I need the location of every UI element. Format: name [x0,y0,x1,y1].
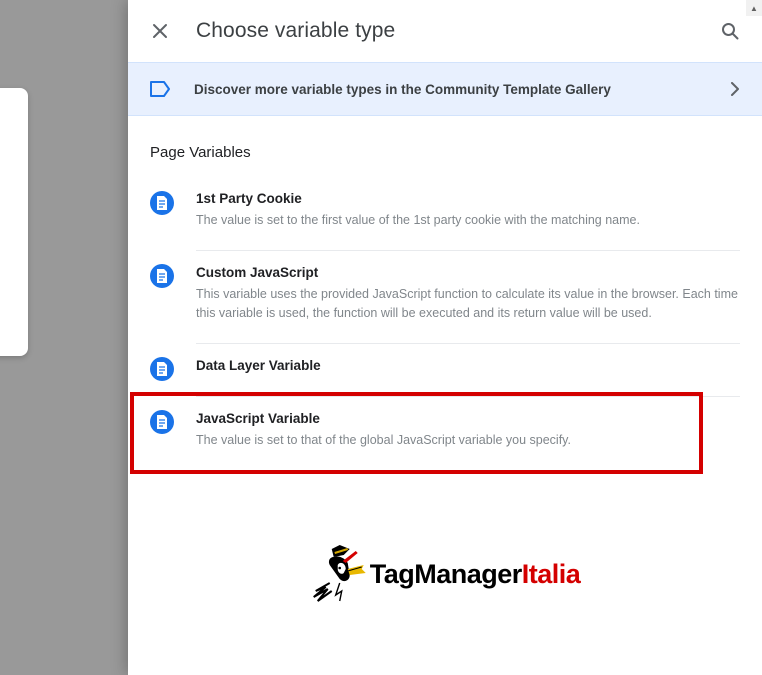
variable-type-item[interactable]: JavaScript Variable The value is set to t… [128,396,762,470]
banner-text: Discover more variable types in the Comm… [194,82,730,97]
panel-header: Choose variable type [128,0,762,62]
document-icon [150,191,174,215]
variable-list-scroll[interactable]: Page Variables 1st Party Cookie The value… [128,116,762,675]
variable-title: JavaScript Variable [196,409,740,429]
variable-title: Custom JavaScript [196,263,740,283]
variable-text-block: Data Layer Variable [196,343,740,386]
woodpecker-icon [310,543,368,605]
document-icon [150,357,174,381]
variable-type-item[interactable]: 1st Party Cookie The value is set to the … [128,179,762,250]
document-icon [150,264,174,288]
community-gallery-banner[interactable]: Discover more variable types in the Comm… [128,62,762,116]
document-icon [150,410,174,434]
variable-type-item[interactable]: Data Layer Variable [128,343,762,396]
variable-description: The value is set to the first value of t… [196,211,740,230]
background-card [0,88,28,356]
chevron-right-icon [730,82,740,96]
variable-description: The value is set to that of the global J… [196,431,740,450]
brand-logo: TagManagerItalia [310,543,581,605]
variable-type-item[interactable]: Custom JavaScriptThis variable uses the … [128,250,762,343]
variable-type-panel: Choose variable type Discover more varia… [128,0,762,675]
logo-text: TagManagerItalia [370,559,581,590]
panel-title: Choose variable type [196,19,395,43]
search-icon [720,21,740,41]
search-button[interactable] [718,19,742,43]
variable-text-block: Custom JavaScriptThis variable uses the … [196,250,740,333]
variable-title: Data Layer Variable [196,356,740,376]
variable-description: This variable uses the provided JavaScri… [196,285,740,323]
close-button[interactable] [148,19,172,43]
scrollbar-up-arrow[interactable]: ▲ [746,0,762,16]
variable-text-block: 1st Party Cookie The value is set to the … [196,189,740,240]
close-icon [152,23,168,39]
section-title: Page Variables [128,116,762,179]
tag-icon [150,81,170,97]
variable-text-block: JavaScript Variable The value is set to t… [196,396,740,460]
variable-title: 1st Party Cookie [196,189,740,209]
